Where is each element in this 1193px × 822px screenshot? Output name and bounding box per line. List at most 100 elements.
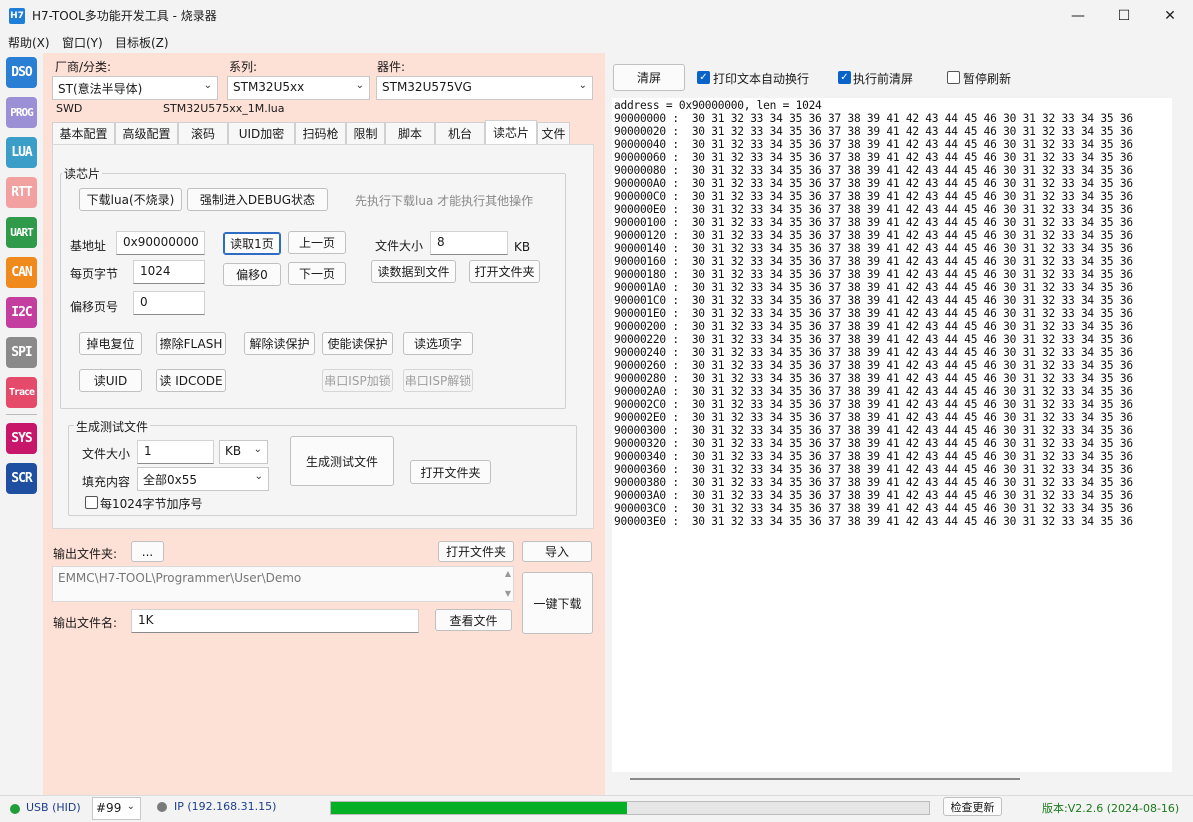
tab-limit[interactable]: 限制	[346, 122, 385, 144]
app-icon: H7	[9, 8, 25, 24]
vertical-scrollbar[interactable]	[1176, 98, 1193, 772]
generate-test-file-button[interactable]: 生成测试文件	[290, 436, 394, 486]
tab-rolling-code[interactable]: 滚码	[178, 122, 228, 144]
seq-number-checkbox[interactable]	[85, 496, 98, 509]
hex-line: 90000080 : 30 31 32 33 34 35 36 37 38 39…	[614, 164, 1133, 177]
sidebar-sys-button[interactable]: SYS	[6, 423, 37, 454]
output-name-input[interactable]: 1K	[131, 609, 419, 633]
clear-screen-button[interactable]: 清屏	[613, 64, 685, 91]
pause-refresh-label: 暂停刷新	[963, 72, 1012, 86]
pause-refresh-checkbox[interactable]	[947, 71, 960, 84]
one-click-download-button[interactable]: 一键下载	[522, 572, 593, 634]
hex-line: 900003C0 : 30 31 32 33 34 35 36 37 38 39…	[614, 502, 1133, 515]
output-folder-label: 输出文件夹:	[53, 547, 118, 561]
file-size-input[interactable]: 8	[430, 231, 508, 255]
tab-file[interactable]: 文件	[537, 122, 570, 144]
open-folder-button[interactable]: 打开文件夹	[469, 260, 540, 283]
tab-machine[interactable]: 机台	[435, 122, 485, 144]
isp-unlock-button[interactable]: 串口ISP解锁	[403, 369, 473, 392]
menu-target-board[interactable]: 目标板(Z)	[115, 34, 169, 51]
scroll-down-icon[interactable]: ▼	[505, 589, 511, 598]
read-uid-button[interactable]: 读UID	[79, 369, 142, 392]
vendor-select[interactable]: ST(意法半导体) ⌄	[52, 76, 218, 100]
close-button[interactable]: ✕	[1147, 0, 1193, 31]
erase-flash-button[interactable]: 擦除FLASH	[156, 332, 226, 355]
unlock-read-protect-button[interactable]: 解除读保护	[244, 332, 315, 355]
read-chip-group-title: 读芯片	[62, 165, 103, 182]
device-label: 器件:	[377, 60, 406, 74]
hex-line: 900001A0 : 30 31 32 33 34 35 36 37 38 39…	[614, 281, 1133, 294]
menu-help[interactable]: 帮助(X)	[8, 34, 50, 51]
force-debug-button[interactable]: 强制进入DEBUG状态	[187, 188, 328, 211]
tab-uid-encrypt[interactable]: UID加密	[228, 122, 295, 144]
isp-lock-button[interactable]: 串口ISP加锁	[322, 369, 393, 392]
vendor-value: ST(意法半导体)	[58, 82, 143, 96]
import-button[interactable]: 导入	[522, 541, 592, 562]
series-select[interactable]: STM32U5xx ⌄	[227, 76, 370, 100]
gen-unit-select[interactable]: KB ⌄	[219, 440, 268, 464]
output-path-box[interactable]: EMMC\H7-TOOL\Programmer\User\Demo ▲ ▼	[52, 566, 514, 602]
clear-before-label: 执行前清屏	[853, 72, 914, 86]
hex-line: 900002C0 : 30 31 32 33 34 35 36 37 38 39…	[614, 398, 1133, 411]
view-file-button[interactable]: 查看文件	[435, 609, 512, 631]
sidebar-can-button[interactable]: CAN	[6, 257, 37, 288]
sidebar-rtt-button[interactable]: RTT	[6, 177, 37, 208]
sidebar-uart-button[interactable]: UART	[6, 217, 37, 248]
hex-line: 900001C0 : 30 31 32 33 34 35 36 37 38 39…	[614, 294, 1133, 307]
sidebar-spi-button[interactable]: SPI	[6, 337, 37, 368]
sidebar-i2c-button[interactable]: I2C	[6, 297, 37, 328]
prev-page-button[interactable]: 上一页	[288, 231, 346, 254]
tab-scanner[interactable]: 扫码枪	[295, 122, 346, 144]
tab-advanced-config[interactable]: 高级配置	[115, 122, 178, 144]
auto-wrap-label: 打印文本自动换行	[713, 72, 810, 86]
gen-open-folder-button[interactable]: 打开文件夹	[410, 460, 491, 484]
download-hint-text: 先执行下载lua 才能执行其他操作	[355, 194, 534, 208]
hex-line: 900000E0 : 30 31 32 33 34 35 36 37 38 39…	[614, 203, 1133, 216]
lua-file-text: STM32U575xx_1M.lua	[163, 102, 285, 115]
hex-line: 90000200 : 30 31 32 33 34 35 36 37 38 39…	[614, 320, 1133, 333]
hex-line: 900003A0 : 30 31 32 33 34 35 36 37 38 39…	[614, 489, 1133, 502]
maximize-button[interactable]: ☐	[1101, 0, 1147, 31]
output-open-folder-button[interactable]: 打开文件夹	[438, 541, 514, 562]
enable-read-protect-button[interactable]: 使能读保护	[322, 332, 393, 355]
bytes-per-page-input[interactable]: 1024	[133, 260, 205, 284]
hex-line: 90000040 : 30 31 32 33 34 35 36 37 38 39…	[614, 138, 1133, 151]
device-number-select[interactable]: #99 ⌄	[92, 797, 141, 820]
hex-line: 90000340 : 30 31 32 33 34 35 36 37 38 39…	[614, 450, 1133, 463]
check-update-button[interactable]: 检查更新	[943, 797, 1002, 816]
sidebar: DSO PROG LUA RTT UART CAN I2C SPI Trace …	[0, 53, 43, 795]
hex-line: 90000260 : 30 31 32 33 34 35 36 37 38 39…	[614, 359, 1133, 372]
next-page-button[interactable]: 下一页	[288, 262, 346, 285]
power-reset-button[interactable]: 掉电复位	[79, 332, 142, 355]
hex-line: 90000240 : 30 31 32 33 34 35 36 37 38 39…	[614, 346, 1133, 359]
sidebar-lua-button[interactable]: LUA	[6, 137, 37, 168]
gen-fill-select[interactable]: 全部0x55 ⌄	[137, 467, 269, 491]
gen-size-input[interactable]: 1	[137, 440, 214, 464]
menu-window[interactable]: 窗口(Y)	[62, 34, 103, 51]
scroll-up-icon[interactable]: ▲	[505, 569, 511, 578]
tab-script[interactable]: 脚本	[385, 122, 435, 144]
sidebar-dso-button[interactable]: DSO	[6, 57, 37, 88]
browse-folder-button[interactable]: ...	[131, 541, 164, 562]
hex-line: 90000320 : 30 31 32 33 34 35 36 37 38 39…	[614, 437, 1133, 450]
read-option-bytes-button[interactable]: 读选项字	[403, 332, 473, 355]
read-one-page-button[interactable]: 读取1页	[223, 232, 281, 255]
sidebar-scr-button[interactable]: SCR	[6, 463, 37, 494]
download-lua-button[interactable]: 下载lua(不烧录)	[79, 188, 182, 211]
offset-page-input[interactable]: 0	[133, 291, 205, 315]
tab-basic-config[interactable]: 基本配置	[52, 122, 115, 144]
minimize-button[interactable]: —	[1055, 0, 1101, 31]
clear-before-checkbox[interactable]: ✓	[838, 71, 851, 84]
base-address-input[interactable]: 0x90000000	[116, 231, 205, 255]
device-select[interactable]: STM32U575VG ⌄	[376, 76, 593, 100]
read-to-file-button[interactable]: 读数据到文件	[371, 260, 456, 283]
offset-zero-button[interactable]: 偏移0	[223, 263, 281, 286]
horizontal-scrollbar[interactable]	[630, 778, 1020, 780]
read-idcode-button[interactable]: 读 IDCODE	[156, 369, 226, 392]
usb-status-dot	[10, 804, 20, 814]
auto-wrap-checkbox[interactable]: ✓	[697, 71, 710, 84]
vendor-label: 厂商/分类:	[55, 60, 112, 74]
sidebar-trace-button[interactable]: Trace	[6, 377, 37, 408]
tab-read-chip[interactable]: 读芯片	[485, 120, 537, 144]
sidebar-prog-button[interactable]: PROG	[6, 97, 37, 128]
